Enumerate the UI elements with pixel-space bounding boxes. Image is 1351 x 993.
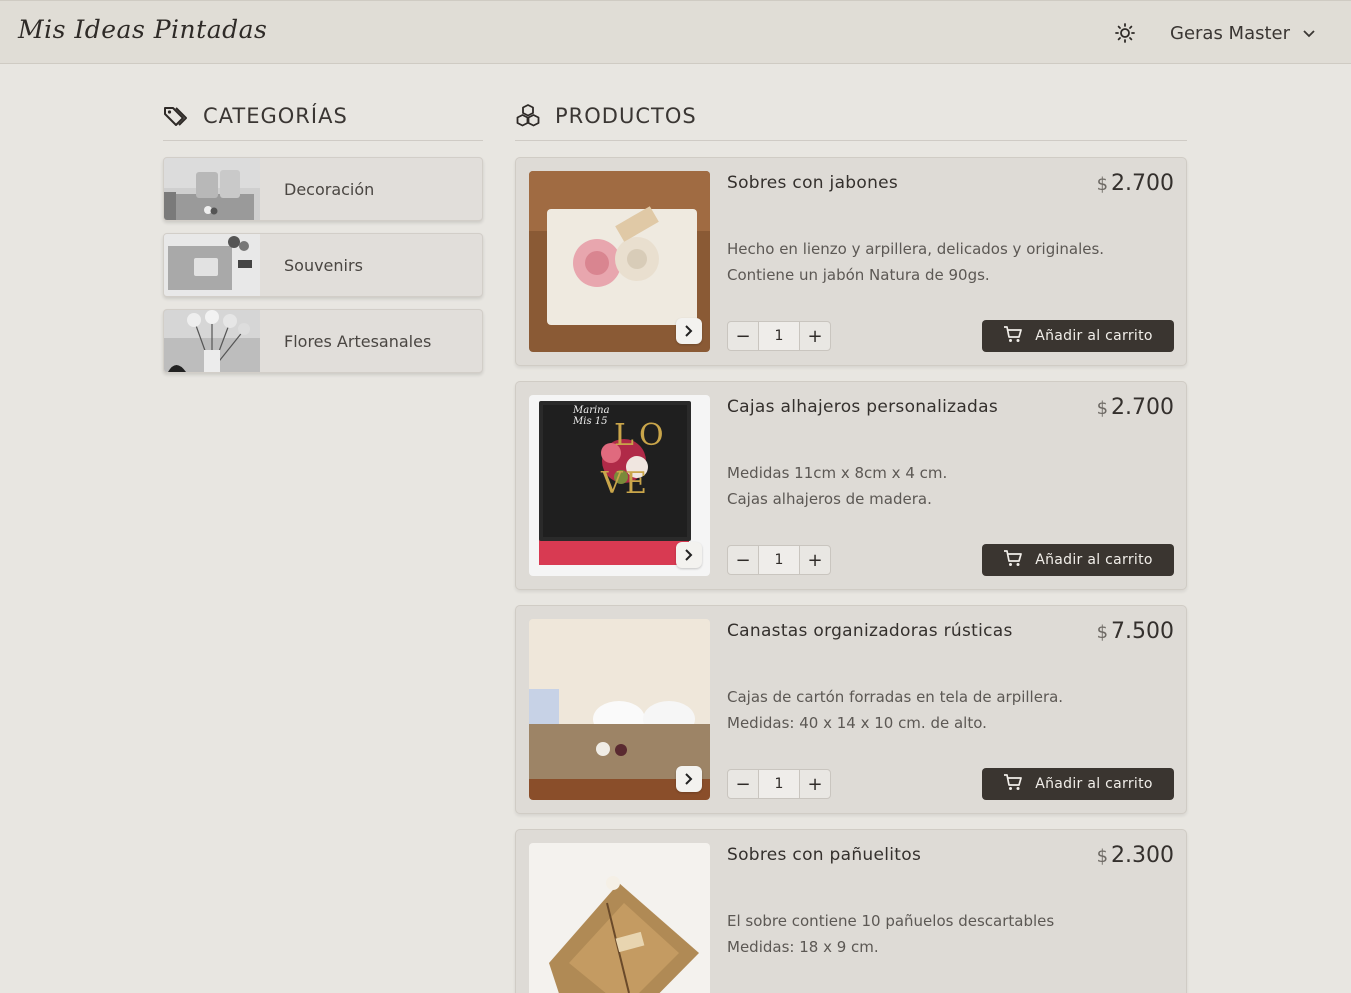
price-amount: 2.300	[1111, 843, 1174, 868]
cart-icon	[1003, 325, 1023, 347]
product-description: Medidas 11cm x 8cm x 4 cm. Cajas alhajer…	[727, 460, 1167, 512]
product-image[interactable]: L O V E Marina Mis 15	[529, 395, 710, 576]
minus-icon[interactable]: −	[728, 546, 758, 574]
add-to-cart-label: Añadir al carrito	[1035, 552, 1153, 568]
description-line: Medidas 11cm x 8cm x 4 cm.	[727, 464, 948, 482]
product-price: $ 2.300	[1097, 843, 1174, 868]
add-to-cart-button[interactable]: Añadir al carrito	[982, 320, 1174, 352]
product-price: $ 7.500	[1097, 619, 1174, 644]
product-card: Sobres con pañuelitos $ 2.300 El sobre c…	[515, 829, 1187, 993]
add-to-cart-label: Añadir al carrito	[1035, 776, 1153, 792]
price-amount: 2.700	[1111, 171, 1174, 196]
description-line: Cajas de cartón forradas en tela de arpi…	[727, 688, 1064, 706]
description-line: Contiene un jabón Natura de 90gs.	[727, 266, 990, 284]
products-title: PRODUCTOS	[555, 104, 697, 128]
cubes-icon	[515, 100, 545, 132]
description-line: El sobre contiene 10 pañuelos descartabl…	[727, 912, 1055, 930]
currency-symbol: $	[1096, 846, 1109, 867]
quantity-stepper: − 1 +	[727, 545, 831, 575]
top-navbar: Mis Ideas Pintadas Geras Master	[0, 0, 1351, 64]
currency-symbol: $	[1096, 622, 1109, 643]
category-item-decoracion[interactable]: Decoración	[163, 157, 483, 221]
product-card: L O V E Marina Mis 15 Cajas alhajeros pe…	[515, 381, 1187, 590]
quantity-input[interactable]: 1	[758, 322, 800, 350]
category-label: Flores Artesanales	[284, 331, 432, 351]
brand-logo[interactable]: Mis Ideas Pintadas	[18, 15, 267, 44]
price-amount: 7.500	[1111, 619, 1174, 644]
category-thumbnail	[164, 310, 260, 372]
description-line: Medidas: 40 x 14 x 10 cm. de alto.	[727, 714, 987, 732]
product-description: Cajas de cartón forradas en tela de arpi…	[727, 684, 1167, 736]
chevron-right-icon[interactable]	[676, 766, 702, 792]
currency-symbol: $	[1096, 174, 1109, 195]
category-thumbnail	[164, 158, 260, 220]
description-line: Medidas: 18 x 9 cm.	[727, 938, 879, 956]
product-image[interactable]	[529, 619, 710, 800]
category-item-flores[interactable]: Flores Artesanales	[163, 309, 483, 373]
plus-icon[interactable]: +	[800, 546, 830, 574]
category-item-souvenirs[interactable]: Souvenirs	[163, 233, 483, 297]
user-name: Geras Master	[1170, 22, 1291, 44]
product-image[interactable]	[529, 171, 710, 352]
chevron-right-icon[interactable]	[676, 542, 702, 568]
price-amount: 2.700	[1111, 395, 1174, 420]
quantity-input[interactable]: 1	[758, 770, 800, 798]
svg-text:L: L	[614, 418, 634, 453]
cart-icon	[1003, 549, 1023, 571]
product-name: Sobres con jabones	[727, 173, 899, 193]
chevron-right-icon[interactable]	[676, 318, 702, 344]
category-label: Decoración	[284, 179, 375, 199]
product-description: El sobre contiene 10 pañuelos descartabl…	[727, 908, 1167, 960]
category-thumbnail	[164, 234, 260, 296]
product-name: Cajas alhajeros personalizadas	[727, 397, 999, 417]
currency-symbol: $	[1096, 398, 1109, 419]
category-label: Souvenirs	[284, 255, 363, 275]
plus-icon[interactable]: +	[800, 322, 830, 350]
image-text-line: Marina	[573, 405, 610, 416]
add-to-cart-button[interactable]: Añadir al carrito	[982, 768, 1174, 800]
add-to-cart-label: Añadir al carrito	[1035, 328, 1153, 344]
svg-text:E: E	[625, 466, 647, 501]
svg-text:V: V	[600, 466, 624, 501]
product-name: Sobres con pañuelitos	[727, 845, 922, 865]
description-line: Hecho en lienzo y arpillera, delicados y…	[727, 240, 1105, 258]
add-to-cart-button[interactable]: Añadir al carrito	[982, 544, 1174, 576]
quantity-stepper: − 1 +	[727, 321, 831, 351]
tags-icon	[163, 100, 193, 132]
sun-icon[interactable]	[1113, 21, 1137, 45]
product-image-text: Marina Mis 15	[573, 405, 610, 427]
product-description: Hecho en lienzo y arpillera, delicados y…	[727, 236, 1167, 288]
minus-icon[interactable]: −	[728, 770, 758, 798]
product-card: Canastas organizadoras rústicas $ 7.500 …	[515, 605, 1187, 814]
minus-icon[interactable]: −	[728, 322, 758, 350]
product-name: Canastas organizadoras rústicas	[727, 621, 1013, 641]
product-card: Sobres con jabones $ 2.700 Hecho en lien…	[515, 157, 1187, 366]
quantity-input[interactable]: 1	[758, 546, 800, 574]
plus-icon[interactable]: +	[800, 770, 830, 798]
cart-icon	[1003, 773, 1023, 795]
categories-title: CATEGORÍAS	[203, 104, 348, 128]
user-menu[interactable]: Geras Master	[1170, 19, 1316, 47]
chevron-down-icon	[1302, 23, 1316, 44]
product-image[interactable]	[529, 843, 710, 993]
image-text-line: Mis 15	[573, 416, 608, 427]
quantity-stepper: − 1 +	[727, 769, 831, 799]
products-header: PRODUCTOS	[515, 100, 1187, 141]
categories-header: CATEGORÍAS	[163, 100, 483, 141]
product-price: $ 2.700	[1097, 171, 1174, 196]
svg-text:O: O	[639, 418, 664, 453]
product-price: $ 2.700	[1097, 395, 1174, 420]
description-line: Cajas alhajeros de madera.	[727, 490, 932, 508]
